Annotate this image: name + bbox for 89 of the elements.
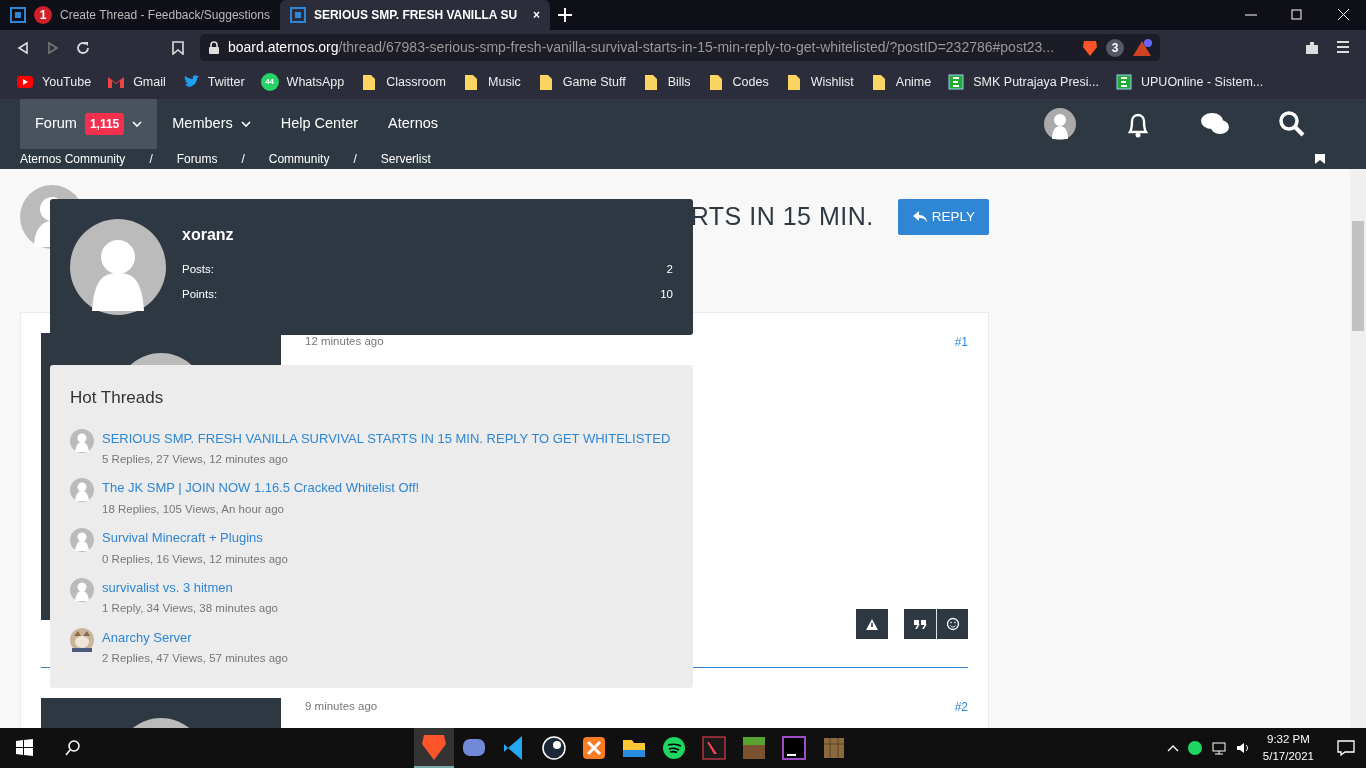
browser-tab[interactable]: 1 Create Thread - Feedback/Suggestions	[0, 0, 280, 30]
menu-icon[interactable]	[1336, 39, 1350, 54]
bookmark-icon[interactable]	[172, 40, 184, 55]
site-icon	[289, 7, 306, 23]
search-icon[interactable]	[1278, 110, 1306, 138]
thread-meta: 2 Replies, 47 Views, 57 minutes ago	[102, 651, 288, 666]
bookmark-link[interactable]: Twitter	[181, 72, 245, 92]
breadcrumb-separator: /	[149, 151, 153, 168]
tab-title: Create Thread - Feedback/Suggestions	[60, 7, 270, 24]
thread-title: RTS IN 15 MIN.	[690, 201, 874, 233]
avatar-icon	[70, 478, 94, 503]
avatar-icon	[70, 428, 94, 453]
username: xoranz	[182, 225, 235, 245]
warning-icon	[865, 617, 879, 631]
nav-tab[interactable]: Forum 1,115	[20, 99, 158, 149]
tab-title: SERIOUS SMP. FRESH VANILLA SU	[313, 7, 518, 24]
nav-tab[interactable]: Help Center	[265, 99, 374, 149]
bookmark-link[interactable]: Gmail	[107, 72, 166, 92]
breadcrumb-link[interactable]: Community	[268, 150, 330, 168]
bookmark-link[interactable]: YouTube	[16, 72, 92, 92]
count-badge: 3	[1106, 38, 1124, 57]
panel-title: Hot Threads	[70, 387, 165, 409]
network-icon[interactable]	[1210, 740, 1227, 756]
count-badge: 1,115	[84, 113, 125, 135]
close-button[interactable]: ×	[533, 6, 541, 24]
reply-arrow-icon	[911, 210, 928, 224]
folder-icon	[462, 73, 480, 91]
chat-icon: 44	[260, 73, 279, 91]
bookmark-link[interactable]: UPUOnline - Sistem...	[1115, 72, 1264, 92]
bookmark-link[interactable]: Codes	[706, 72, 769, 92]
address-bar[interactable]: board.aternos.org/thread/67983-serious-smp-fresh-vanilla-survival-starts-in-15-min-reply-to-get-whitelisted/?postID=232786#post23... 3	[200, 34, 1160, 61]
post-time: 9 minutes ago	[305, 699, 378, 714]
breadcrumb-separator: /	[353, 151, 357, 168]
site-icon	[1115, 73, 1133, 91]
thread-meta: 0 Replies, 16 Views, 12 minutes ago	[102, 551, 288, 567]
reaction-button[interactable]	[936, 609, 968, 639]
clock-date: 5/17/2021	[1262, 749, 1314, 764]
bookmark-icon[interactable]	[1314, 153, 1326, 165]
triangle-icon[interactable]	[1132, 38, 1152, 57]
bookmark-link[interactable]: Anime	[869, 72, 932, 92]
avatar-icon	[70, 528, 94, 552]
breadcrumb-link[interactable]: Forums	[176, 150, 218, 168]
reload-icon[interactable]	[76, 40, 90, 55]
nav-tab[interactable]: Members	[157, 99, 266, 149]
site-icon	[947, 73, 966, 91]
bookmark-link[interactable]: Game Stuff	[536, 72, 626, 92]
browser-tab[interactable]: SERIOUS SMP. FRESH VANILLA SU ×	[279, 0, 551, 30]
stat-label: Posts:	[182, 262, 214, 277]
clock-time: 9:32 PM	[1266, 731, 1311, 747]
avatar-icon[interactable]	[1044, 108, 1076, 140]
reply-button[interactable]: REPLY	[897, 198, 989, 236]
avatar-icon	[70, 577, 94, 602]
thread-meta: 18 Replies, 105 Views, An hour ago	[102, 501, 285, 517]
url-text: board.aternos.org/thread/67983-serious-smp-fresh-vanilla-survival-starts-in-15-min-reply-to-get-whitelisted/?postID=232786#post23...	[228, 38, 1054, 57]
site-icon	[10, 7, 26, 23]
bookmark-link[interactable]: Bills	[641, 72, 691, 92]
lock-icon	[208, 40, 220, 55]
breadcrumb-separator: /	[241, 151, 245, 168]
report-button[interactable]	[856, 609, 888, 639]
post-number-link[interactable]: #2	[954, 698, 968, 716]
scrollbar[interactable]	[1350, 169, 1366, 728]
stat-value: 2	[666, 262, 673, 277]
chevron-up-icon[interactable]	[1166, 744, 1179, 752]
volume-icon[interactable]	[1234, 740, 1251, 756]
scrollbar-thumb[interactable]	[1352, 221, 1364, 331]
breadcrumb-link[interactable]: Aternos Community	[20, 150, 126, 168]
notification-badge: 1	[34, 6, 52, 24]
bookmark-link[interactable]: Music	[462, 72, 521, 92]
bookmark-link[interactable]: SMK Putrajaya Presi...	[947, 72, 1099, 92]
chat-bubbles-icon[interactable]	[1200, 111, 1230, 137]
nav-tab[interactable]: Aternos	[373, 99, 454, 149]
stat-value: 10	[660, 287, 673, 303]
post-time: 12 minutes ago	[305, 334, 384, 349]
clock[interactable]: 9:32 PM 5/17/2021	[1258, 730, 1318, 766]
back-icon[interactable]	[16, 40, 30, 55]
extensions-icon[interactable]	[1304, 39, 1320, 56]
breadcrumb-link[interactable]: Serverlist	[380, 150, 431, 168]
post-number-link[interactable]: #1	[954, 333, 968, 351]
forward-icon[interactable]	[46, 40, 60, 55]
bookmark-link[interactable]: Wishlist	[784, 72, 854, 92]
bookmark-link[interactable]: Classroom	[360, 72, 446, 92]
quote-icon	[913, 619, 927, 629]
thread-meta: 5 Replies, 27 Views, 12 minutes ago	[102, 452, 289, 467]
bookmark-link[interactable]: 44 WhatsApp	[260, 72, 345, 92]
stat-label: Points:	[182, 287, 218, 303]
video-icon	[16, 73, 34, 91]
smiley-icon	[945, 617, 960, 631]
quote-button[interactable]	[904, 609, 936, 639]
thread-meta: 1 Reply, 34 Views, 38 minutes ago	[102, 601, 278, 617]
